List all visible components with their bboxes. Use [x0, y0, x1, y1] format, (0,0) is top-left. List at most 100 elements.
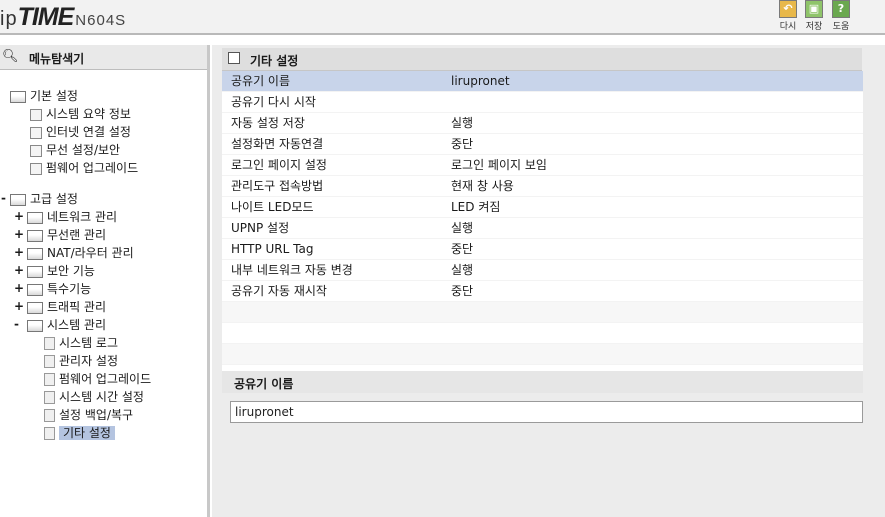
tree-item-label: 펌웨어 업그레이드 — [46, 161, 139, 175]
row-key: 공유기 다시 시작 — [231, 95, 316, 109]
row-value: LED 켜짐 — [451, 200, 501, 214]
detail-title: 공유기 이름 — [234, 377, 294, 391]
tree-item-firmware[interactable]: 펌웨어 업그레이드 — [30, 160, 138, 177]
menu-explorer: 🔍︎ 메뉴탐색기 기본 설정 시스템 요약 정보 인터넷 연결 설정 무선 설정… — [0, 45, 210, 517]
top-header: ip TIME N604S ↶ 다시 ▣ 저장 ? 도움 — [0, 0, 885, 35]
tree-item-system-log[interactable]: 시스템 로그 — [44, 335, 118, 352]
save-button[interactable]: ▣ 저장 — [801, 0, 827, 32]
tree-group-label: 무선랜 관리 — [47, 228, 107, 242]
tree-group-label: NAT/라우터 관리 — [47, 246, 134, 260]
tree-item-system-summary[interactable]: 시스템 요약 정보 — [30, 106, 131, 123]
router-name-input[interactable] — [230, 401, 863, 423]
tree-group-system[interactable]: 시스템 관리 — [27, 317, 106, 334]
table-row-restart[interactable]: 공유기 다시 시작 — [222, 92, 863, 113]
firmware-icon — [30, 162, 42, 175]
tree-group-security[interactable]: 보안 기능 — [27, 263, 95, 280]
tree-item-label-selected: 기타 설정 — [59, 426, 115, 440]
content-area: 기타 설정 공유기 이름 lirupronet 공유기 다시 시작 자동 설정 저… — [212, 45, 885, 517]
table-row-empty — [222, 344, 863, 365]
special-icon — [27, 283, 43, 296]
folder-icon — [10, 90, 26, 103]
panel-header: 기타 설정 — [222, 48, 862, 71]
collapse-advanced-toggle[interactable]: - — [1, 191, 6, 205]
expand-toggle[interactable]: + — [14, 263, 24, 277]
page-icon — [44, 409, 55, 422]
search-icon: 🔍︎ — [2, 49, 19, 64]
tree-item-firmware-upgrade[interactable]: 펌웨어 업그레이드 — [44, 371, 151, 388]
table-row-auto-connect[interactable]: 설정화면 자동연결 중단 — [222, 134, 863, 155]
help-icon: ? — [832, 0, 850, 18]
wireless-icon — [30, 144, 42, 157]
tree-group-label: 보안 기능 — [47, 264, 95, 278]
table-row-auto-save[interactable]: 자동 설정 저장 실행 — [222, 113, 863, 134]
tree-item-label: 시스템 로그 — [59, 336, 119, 350]
menu-explorer-header: 🔍︎ 메뉴탐색기 — [0, 45, 207, 70]
table-row-access-method[interactable]: 관리도구 접속방법 현재 창 사용 — [222, 176, 863, 197]
row-value: 로그인 페이지 보임 — [451, 158, 547, 172]
tree-group-network[interactable]: 네트워크 관리 — [27, 209, 117, 226]
folder-icon — [10, 193, 26, 206]
row-key: 관리도구 접속방법 — [231, 179, 324, 193]
page-icon — [44, 427, 55, 440]
row-key: 내부 네트워크 자동 변경 — [231, 263, 353, 277]
menu-explorer-title: 메뉴탐색기 — [29, 52, 85, 66]
help-button[interactable]: ? 도움 — [828, 0, 854, 32]
wireless-icon — [27, 229, 43, 242]
undo-button[interactable]: ↶ 다시 — [775, 0, 801, 32]
table-row-empty — [222, 323, 863, 344]
table-row-night-led[interactable]: 나이트 LED모드 LED 켜짐 — [222, 197, 863, 218]
tree-group-wlan[interactable]: 무선랜 관리 — [27, 227, 106, 244]
row-value: 중단 — [451, 137, 474, 151]
row-key: UPNP 설정 — [231, 221, 290, 235]
tree-basic-label: 기본 설정 — [30, 89, 78, 103]
table-row-empty — [222, 302, 863, 323]
row-key: 나이트 LED모드 — [231, 200, 314, 214]
table-row-http-url-tag[interactable]: HTTP URL Tag 중단 — [222, 239, 863, 260]
tree-item-internet[interactable]: 인터넷 연결 설정 — [30, 124, 131, 141]
tree-group-nat[interactable]: NAT/라우터 관리 — [27, 245, 134, 262]
row-key: 공유기 자동 재시작 — [231, 284, 327, 298]
tree-group-traffic[interactable]: 트래픽 관리 — [27, 299, 106, 316]
expand-toggle[interactable]: + — [14, 299, 24, 313]
brand-time: TIME — [17, 3, 75, 31]
row-key: HTTP URL Tag — [231, 242, 314, 256]
expand-toggle[interactable]: + — [14, 281, 24, 295]
expand-toggle[interactable]: + — [14, 245, 24, 259]
table-row-router-name[interactable]: 공유기 이름 lirupronet — [222, 71, 863, 92]
brand-ip: ip — [0, 8, 18, 30]
page-icon — [44, 391, 55, 404]
tree-advanced-settings[interactable]: 고급 설정 — [10, 191, 78, 208]
router-icon — [27, 247, 43, 260]
save-icon: ▣ — [805, 0, 823, 18]
brand-model: N604S — [75, 12, 127, 29]
row-key: 설정화면 자동연결 — [231, 137, 324, 151]
lock-icon — [27, 265, 43, 278]
table-row-login-page[interactable]: 로그인 페이지 설정 로그인 페이지 보임 — [222, 155, 863, 176]
tree-item-label: 설정 백업/복구 — [59, 408, 134, 422]
tree-item-label: 펌웨어 업그레이드 — [59, 372, 152, 386]
collapse-toggle[interactable]: - — [14, 317, 19, 331]
help-label: 도움 — [832, 22, 850, 32]
tree-item-time[interactable]: 시스템 시간 설정 — [44, 389, 144, 406]
traffic-icon — [27, 301, 43, 314]
save-label: 저장 — [805, 22, 823, 32]
row-key: 자동 설정 저장 — [231, 116, 305, 130]
expand-toggle[interactable]: + — [14, 227, 24, 241]
chart-icon — [27, 319, 43, 332]
tree-item-misc-settings[interactable]: 기타 설정 — [44, 425, 115, 442]
table-row-internal-network[interactable]: 내부 네트워크 자동 변경 실행 — [222, 260, 863, 281]
tree-group-special[interactable]: 특수기능 — [27, 281, 91, 298]
tree-item-admin[interactable]: 관리자 설정 — [44, 353, 118, 370]
tree-item-label: 시스템 요약 정보 — [46, 107, 131, 121]
tree-basic-settings[interactable]: 기본 설정 — [10, 88, 78, 105]
row-value: lirupronet — [451, 74, 510, 88]
monitor-icon — [30, 126, 42, 139]
tree-item-wireless[interactable]: 무선 설정/보안 — [30, 142, 120, 159]
page-icon — [44, 355, 55, 368]
table-row-upnp[interactable]: UPNP 설정 실행 — [222, 218, 863, 239]
tree-item-backup[interactable]: 설정 백업/복구 — [44, 407, 133, 424]
tree-advanced-label: 고급 설정 — [30, 192, 78, 206]
tree-item-label: 인터넷 연결 설정 — [46, 125, 131, 139]
table-row-auto-restart[interactable]: 공유기 자동 재시작 중단 — [222, 281, 863, 302]
expand-toggle[interactable]: + — [14, 209, 24, 223]
